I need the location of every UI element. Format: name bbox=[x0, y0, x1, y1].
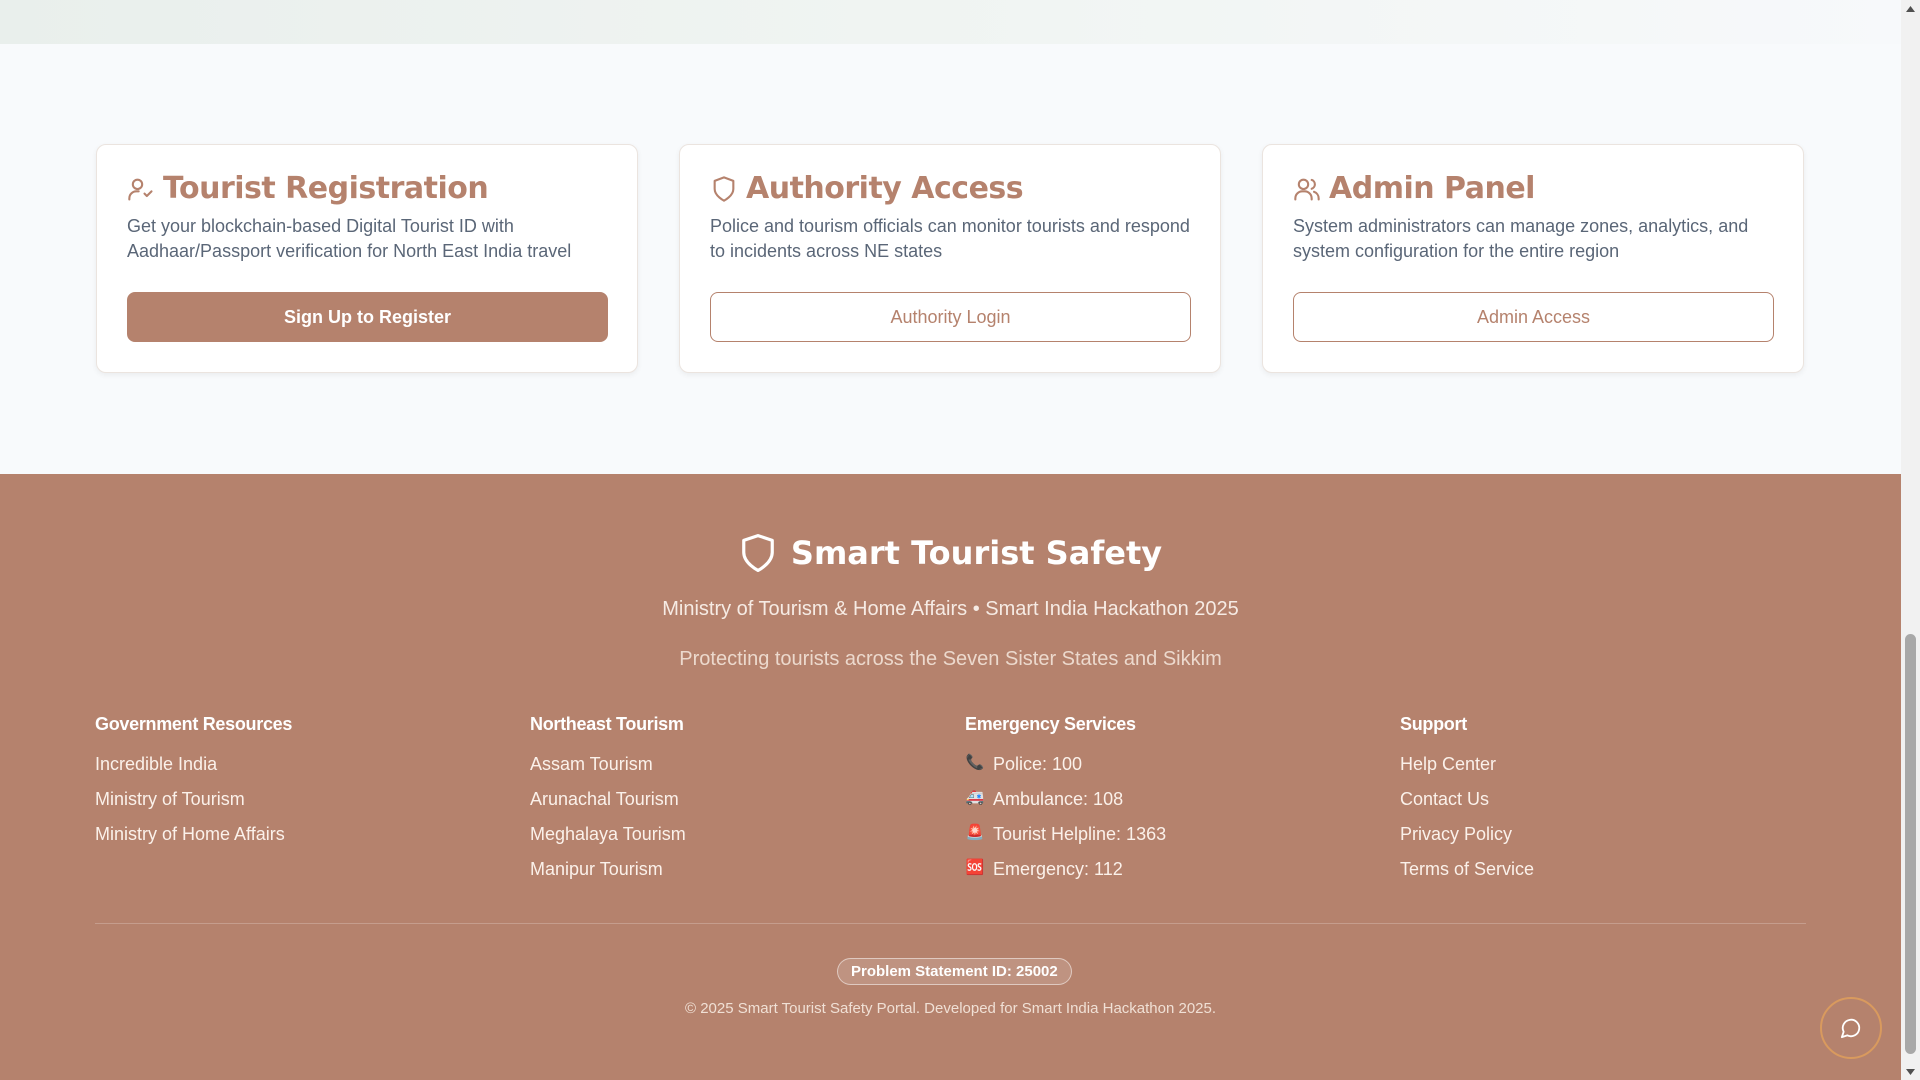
emergency-text: Ambulance: 108 bbox=[993, 789, 1124, 809]
ambulance-icon: 🚑 bbox=[965, 789, 985, 806]
card-title: Admin Panel bbox=[1329, 171, 1535, 206]
column-title: Support bbox=[1400, 714, 1467, 734]
card-title: Tourist Registration bbox=[163, 171, 489, 206]
footer-brand: Smart Tourist Safety bbox=[0, 532, 1901, 574]
hero-section-bottom bbox=[0, 0, 1901, 44]
footer-tagline: Protecting tourists across the Seven Sis… bbox=[679, 648, 1222, 670]
link-manipur-tourism[interactable]: Manipur Tourism bbox=[530, 858, 686, 893]
tourist-registration-card: Tourist Registration Get your blockchain… bbox=[96, 144, 638, 373]
admin-panel-card: Admin Panel System administrators can ma… bbox=[1262, 144, 1804, 373]
emergency-item-police: 📞 Police: 100 bbox=[965, 753, 1166, 788]
card-header: Tourist Registration bbox=[127, 171, 489, 206]
support-column: Support Help Center Contact Us Privacy P… bbox=[1400, 714, 1534, 893]
card-header: Admin Panel bbox=[1293, 171, 1535, 206]
link-privacy-policy[interactable]: Privacy Policy bbox=[1400, 823, 1534, 858]
column-title: Emergency Services bbox=[965, 714, 1136, 734]
card-description: Police and tourism officials can monitor… bbox=[710, 216, 1190, 261]
vertical-scrollbar[interactable] bbox=[1901, 0, 1920, 1080]
copyright-text: © 2025 Smart Tourist Safety Portal. Deve… bbox=[684, 1000, 1217, 1017]
users-icon bbox=[1294, 178, 1320, 201]
shield-icon bbox=[713, 175, 735, 202]
sign-up-register-button[interactable]: Sign Up to Register bbox=[127, 292, 608, 342]
scrollbar-thumb[interactable] bbox=[1905, 634, 1916, 1054]
card-title: Authority Access bbox=[746, 171, 1024, 206]
northeast-tourism-column: Northeast Tourism Assam Tourism Arunacha… bbox=[530, 714, 686, 893]
sos-icon: 🆘 bbox=[965, 859, 985, 876]
chat-button[interactable] bbox=[1820, 997, 1882, 1059]
link-arunachal-tourism[interactable]: Arunachal Tourism bbox=[530, 788, 686, 823]
footer-ministry: Ministry of Tourism & Home Affairs • Sma… bbox=[662, 598, 1239, 620]
scroll-down-arrow-icon[interactable] bbox=[1901, 1063, 1920, 1080]
admin-access-button[interactable]: Admin Access bbox=[1293, 292, 1774, 342]
column-title: Government Resources bbox=[95, 714, 293, 734]
footer-brand-name: Smart Tourist Safety bbox=[790, 534, 1163, 572]
link-terms-of-service[interactable]: Terms of Service bbox=[1400, 858, 1534, 893]
government-resources-column: Government Resources Incredible India Mi… bbox=[95, 714, 292, 858]
emergency-text: Emergency: 112 bbox=[993, 859, 1123, 879]
column-title: Northeast Tourism bbox=[530, 714, 684, 734]
link-help-center[interactable]: Help Center bbox=[1400, 753, 1534, 788]
authority-login-button[interactable]: Authority Login bbox=[710, 292, 1191, 342]
authority-access-card: Authority Access Police and tourism offi… bbox=[679, 144, 1221, 373]
link-contact-us[interactable]: Contact Us bbox=[1400, 788, 1534, 823]
emergency-services-column: Emergency Services 📞 Police: 100 🚑 Ambul… bbox=[965, 714, 1166, 893]
card-header: Authority Access bbox=[710, 171, 1024, 206]
link-incredible-india[interactable]: Incredible India bbox=[95, 753, 292, 788]
user-check-icon bbox=[128, 178, 153, 201]
site-footer: Smart Tourist Safety Ministry of Tourism… bbox=[0, 474, 1901, 1080]
access-cards-section: Tourist Registration Get your blockchain… bbox=[0, 44, 1901, 474]
link-ministry-of-home-affairs[interactable]: Ministry of Home Affairs bbox=[95, 823, 292, 858]
emergency-item-ambulance: 🚑 Ambulance: 108 bbox=[965, 788, 1166, 823]
chat-bubble-icon bbox=[1840, 1018, 1861, 1039]
scroll-up-arrow-icon[interactable] bbox=[1901, 0, 1920, 17]
telephone-icon: 📞 bbox=[965, 754, 985, 771]
link-meghalaya-tourism[interactable]: Meghalaya Tourism bbox=[530, 823, 686, 858]
footer-divider bbox=[95, 923, 1806, 924]
siren-icon: 🚨 bbox=[965, 824, 985, 841]
link-assam-tourism[interactable]: Assam Tourism bbox=[530, 753, 686, 788]
emergency-text: Tourist Helpline: 1363 bbox=[993, 824, 1167, 844]
card-description: Get your blockchain-based Digital Touris… bbox=[127, 216, 572, 261]
card-description: System administrators can manage zones, … bbox=[1293, 216, 1749, 261]
shield-icon bbox=[742, 533, 774, 572]
emergency-item-sos: 🆘 Emergency: 112 bbox=[965, 858, 1166, 893]
problem-statement-badge: Problem Statement ID: 25002 bbox=[837, 958, 1072, 985]
link-ministry-of-tourism[interactable]: Ministry of Tourism bbox=[95, 788, 292, 823]
emergency-item-tourist-helpline: 🚨 Tourist Helpline: 1363 bbox=[965, 823, 1166, 858]
emergency-text: Police: 100 bbox=[993, 754, 1083, 774]
